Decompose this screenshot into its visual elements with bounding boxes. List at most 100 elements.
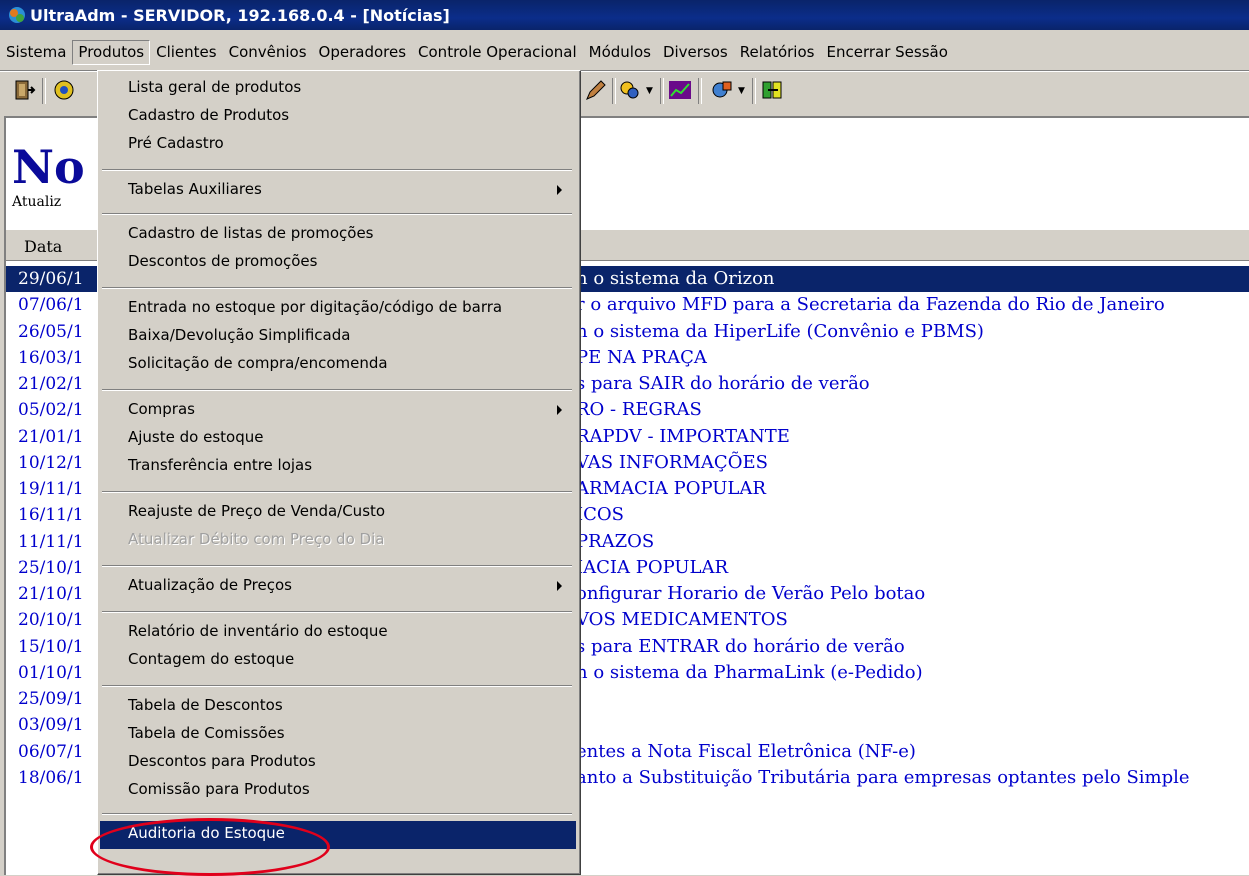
menu-item-label: Ajuste do estoque xyxy=(128,428,264,446)
menu-item-label: Lista geral de produtos xyxy=(128,78,302,96)
submenu-arrow-icon xyxy=(557,185,562,195)
menu-clientes[interactable]: Clientes xyxy=(150,40,222,65)
news-title[interactable]: n o sistema da Orizon xyxy=(576,266,775,292)
news-date: 26/05/1 xyxy=(18,321,84,342)
menu-item-label: Transferência entre lojas xyxy=(128,456,313,474)
news-title[interactable]: RAPDV - IMPORTANTE xyxy=(576,424,790,450)
menu-item-solicitacao-de-compra-encomenda[interactable]: Solicitação de compra/encomenda xyxy=(100,351,576,379)
news-date: 06/07/1 xyxy=(18,741,84,762)
menu-encerrar-sessao[interactable]: Encerrar Sessão xyxy=(820,40,953,65)
menu-relatorios[interactable]: Relatórios xyxy=(734,40,821,65)
menu-item-label: Cadastro de Produtos xyxy=(128,106,290,124)
news-date: 01/10/1 xyxy=(18,662,84,683)
chevron-down-icon[interactable]: ▼ xyxy=(738,86,745,96)
menu-item-compras[interactable]: Compras xyxy=(100,397,576,425)
menu-item-label: Compras xyxy=(128,400,195,418)
menu-item-label: Contagem do estoque xyxy=(128,650,295,668)
news-title[interactable]: PRAZOS xyxy=(576,529,654,555)
menu-item-pre-cadastro[interactable]: Pré Cadastro xyxy=(100,131,576,159)
news-title[interactable]: n o sistema da HiperLife (Convênio e PBM… xyxy=(576,319,984,345)
app-icon xyxy=(8,6,26,24)
menu-separator xyxy=(102,389,572,391)
news-date: 19/11/1 xyxy=(18,479,84,499)
menu-item-label: Atualizar Débito com Preço do Dia xyxy=(128,530,385,548)
menu-item-reajuste-de-preco-de-venda-custo[interactable]: Reajuste de Preço de Venda/Custo xyxy=(100,499,576,527)
window-title: UltraAdm - SERVIDOR, 192.168.0.4 - [Notí… xyxy=(30,5,450,25)
news-title[interactable]: n o sistema da PharmaLink (e-Pedido) xyxy=(576,660,923,686)
page-title: No xyxy=(12,140,85,194)
menu-item-ajuste-do-estoque[interactable]: Ajuste do estoque xyxy=(100,425,576,453)
menu-item-contagem-do-estoque[interactable]: Contagem do estoque xyxy=(100,647,576,675)
news-title[interactable]: VOS MEDICAMENTOS xyxy=(576,607,788,633)
menu-item-baixa-devolucao-simplificada[interactable]: Baixa/Devolução Simplificada xyxy=(100,323,576,351)
menu-item-label: Reajuste de Preço de Venda/Custo xyxy=(128,502,386,520)
menu-item-label: Pré Cadastro xyxy=(128,134,224,152)
news-title[interactable]: ICOS xyxy=(576,502,624,528)
news-date: 21/10/1 xyxy=(18,584,84,604)
news-date: 18/06/1 xyxy=(18,767,84,788)
menu-item-cadastro-de-listas-de-promocoes[interactable]: Cadastro de listas de promoções xyxy=(100,221,576,249)
menu-item-entrada-no-estoque-por-digitacao-codigo-de-barra[interactable]: Entrada no estoque por digitação/código … xyxy=(100,295,576,323)
news-title[interactable]: PE NA PRAÇA xyxy=(576,345,707,371)
news-title[interactable]: VAS INFORMAÇÕES xyxy=(576,450,768,476)
produtos-dropdown-menu: Lista geral de produtos Cadastro de Produ… xyxy=(97,70,581,875)
menu-diversos[interactable]: Diversos xyxy=(657,40,734,65)
news-date: 25/09/1 xyxy=(18,689,84,709)
globe-icon[interactable] xyxy=(52,78,76,102)
transfer-icon[interactable] xyxy=(760,78,784,102)
menu-separator xyxy=(102,813,572,815)
menu-item-atualizacao-de-precos[interactable]: Atualização de Preços xyxy=(100,573,576,601)
chevron-down-icon[interactable]: ▼ xyxy=(646,86,653,96)
menu-item-cadastro-de-produtos[interactable]: Cadastro de Produtos xyxy=(100,103,576,131)
menu-modulos[interactable]: Módulos xyxy=(583,40,657,65)
menu-produtos[interactable]: Produtos xyxy=(72,39,151,65)
news-title[interactable]: RO - REGRAS xyxy=(576,397,702,423)
news-date: 20/10/1 xyxy=(18,610,84,631)
chart-icon[interactable] xyxy=(668,78,692,102)
menu-item-label: Relatório de inventário do estoque xyxy=(128,622,388,640)
menu-separator xyxy=(102,611,572,613)
submenu-arrow-icon xyxy=(557,405,562,415)
pencil-icon[interactable] xyxy=(584,78,608,102)
exit-door-icon[interactable] xyxy=(12,78,36,102)
menu-item-descontos-para-produtos[interactable]: Descontos para Produtos xyxy=(100,749,576,777)
news-title[interactable]: s para SAIR do horário de verão xyxy=(576,371,870,397)
highlight-annotation-circle xyxy=(90,818,330,876)
news-title[interactable]: entes a Nota Fiscal Eletrônica (NF-e) xyxy=(576,739,916,765)
news-title[interactable]: IACIA POPULAR xyxy=(576,555,728,581)
menu-item-lista-geral-de-produtos[interactable]: Lista geral de produtos xyxy=(100,75,576,103)
menu-controle-operacional[interactable]: Controle Operacional xyxy=(412,40,583,65)
menu-sistema[interactable]: Sistema xyxy=(0,40,72,65)
toolbar-separator xyxy=(42,78,46,104)
news-title[interactable]: s para ENTRAR do horário de verão xyxy=(576,634,905,660)
news-title[interactable]: ARMACIA POPULAR xyxy=(576,476,766,502)
news-title[interactable]: onfigurar Horario de Verão Pelo botao xyxy=(576,581,925,607)
menu-item-tabela-de-descontos[interactable]: Tabela de Descontos xyxy=(100,693,576,721)
menu-item-label: Baixa/Devolução Simplificada xyxy=(128,326,351,344)
menu-item-relatorio-de-inventario-do-estoque[interactable]: Relatório de inventário do estoque xyxy=(100,619,576,647)
menu-item-label: Comissão para Produtos xyxy=(128,780,310,798)
news-title[interactable]: r o arquivo MFD para a Secretaria da Faz… xyxy=(576,292,1165,318)
news-date: 21/02/1 xyxy=(18,374,84,394)
tools-icon[interactable] xyxy=(710,78,734,102)
menu-item-label: Descontos para Produtos xyxy=(128,752,316,770)
pills-icon[interactable] xyxy=(618,78,642,102)
menu-item-label: Tabela de Descontos xyxy=(128,696,283,714)
menu-item-label: Cadastro de listas de promoções xyxy=(128,224,374,242)
news-title[interactable]: anto a Substituição Tributária para empr… xyxy=(576,765,1190,791)
menu-item-descontos-de-promocoes[interactable]: Descontos de promoções xyxy=(100,249,576,277)
menu-convenios[interactable]: Convênios xyxy=(223,40,313,65)
menu-item-tabela-de-comissoes[interactable]: Tabela de Comissões xyxy=(100,721,576,749)
page-subtitle: Atualiz xyxy=(12,194,62,210)
menu-item-comissao-para-produtos[interactable]: Comissão para Produtos xyxy=(100,777,576,805)
column-header-date: Data xyxy=(24,237,63,256)
menu-separator xyxy=(102,491,572,493)
news-date: 07/06/1 xyxy=(18,295,84,316)
news-date: 03/09/1 xyxy=(18,715,84,736)
menu-operadores[interactable]: Operadores xyxy=(313,40,413,65)
menu-item-tabelas-auxiliares[interactable]: Tabelas Auxiliares xyxy=(100,177,576,205)
menu-item-transferencia-entre-lojas[interactable]: Transferência entre lojas xyxy=(100,453,576,481)
news-date: 15/10/1 xyxy=(18,636,84,657)
menu-separator xyxy=(102,287,572,289)
news-date: 05/02/1 xyxy=(18,400,84,421)
